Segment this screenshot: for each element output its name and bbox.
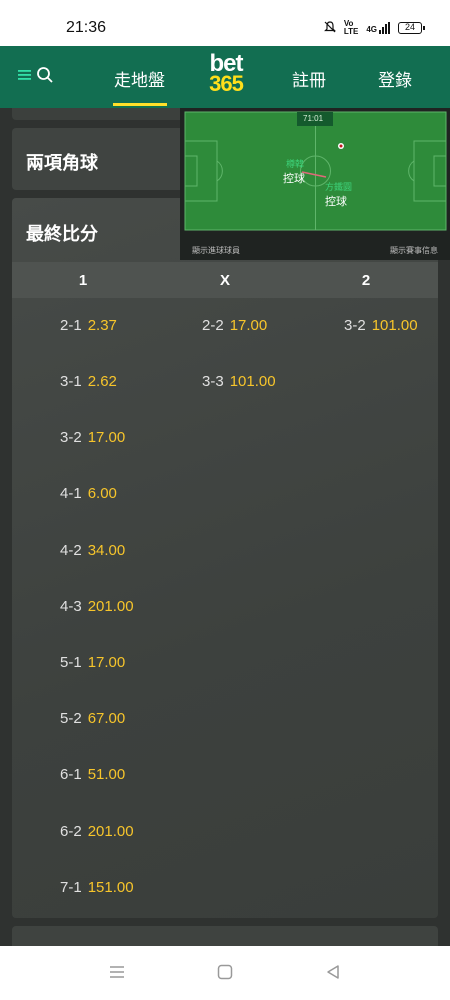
odds-price: 17.00 [229,317,268,334]
odds-score: 4-3 [60,598,82,615]
odds-price: 17.00 [87,429,126,446]
odds-score: 5-2 [60,710,82,727]
market-content: 兩項角球 最終比分 1 X 2 2-1 2.37 3-1 2.62 3-2 17.00… [0,108,450,946]
odds-price: 151.00 [87,879,134,896]
menu-icon[interactable] [18,68,32,87]
odds-price: 201.00 [87,823,134,840]
battery-level: 24 [404,22,415,32]
odds-cell-draw[interactable]: 3-3 101.00 [202,373,276,390]
pitch-graphic [184,111,447,231]
odds-score: 3-2 [60,429,82,446]
back-icon[interactable] [324,963,342,986]
next-market-card[interactable] [12,926,438,946]
live-match-tracker[interactable]: 71:01 樽韓 控球 方鐵圓 控球 顯示進球球員 顯示賽事信息 [180,108,450,260]
volte-icon: Vo LTE [343,19,359,36]
column-header-home: 1 [78,272,88,289]
odds-cell-away[interactable]: 3-2 101.00 [344,317,418,334]
team-b-name: 方鐵圓 [325,182,353,192]
odds-price: 17.00 [87,654,126,671]
odds-cell-home[interactable]: 4-3 201.00 [60,598,134,615]
status-bar: 21:36 Vo LTE 4G 24 [0,0,450,46]
team-a-status: 控球 [283,173,305,185]
odds-cell-home[interactable]: 2-1 2.37 [60,317,117,334]
odds-price: 34.00 [87,542,126,559]
nav-active-indicator [113,103,167,106]
status-icons: Vo LTE 4G 24 [323,19,425,36]
odds-cell-home[interactable]: 6-1 51.00 [60,766,125,783]
odds-cell-home[interactable]: 4-2 34.00 [60,542,125,559]
odds-score: 3-1 [60,373,82,390]
team-b-status: 控球 [325,196,347,208]
logo-365: 365 [209,71,244,96]
odds-score: 4-2 [60,542,82,559]
correct-score-market-card: 最終比分 1 X 2 2-1 2.37 3-1 2.62 3-2 17.00 4-1 6… [12,198,438,918]
team-a-name: 樽韓 [286,159,305,169]
battery-icon: 24 [398,22,425,34]
nav-login[interactable]: 登錄 [378,66,412,91]
show-match-info[interactable]: 顯示賽事信息 [390,245,438,256]
app-header: 走地盤 bet 365 註冊 登錄 [0,46,450,108]
odds-price: 101.00 [371,317,418,334]
odds-score: 7-1 [60,879,82,896]
odds-score: 5-1 [60,654,82,671]
odds-price: 2.37 [87,317,117,334]
odds-price: 2.62 [87,373,117,390]
column-header-away: 2 [361,272,371,289]
column-header-draw: X [219,272,230,289]
show-goal-scorers[interactable]: 顯示進球球員 [192,245,240,256]
odds-cell-home[interactable]: 5-1 17.00 [60,654,125,671]
signal-icon: 4G [366,22,390,34]
odds-cell-home[interactable]: 3-2 17.00 [60,429,125,446]
odds-cell-home[interactable]: 3-1 2.62 [60,373,117,390]
search-icon[interactable] [36,66,54,89]
odds-score: 3-2 [344,317,366,334]
mute-icon [323,20,336,36]
odds-price: 6.00 [87,485,117,502]
odds-score: 6-2 [60,823,82,840]
status-time: 21:36 [66,19,107,36]
odds-cell-home[interactable]: 7-1 151.00 [60,879,134,896]
match-clock: 71:01 [303,114,324,123]
odds-price: 67.00 [87,710,126,727]
odds-cell-home[interactable]: 4-1 6.00 [60,485,117,502]
odds-price: 101.00 [229,373,276,390]
odds-score: 2-2 [202,317,224,334]
recent-apps-icon[interactable] [108,963,126,986]
odds-score: 6-1 [60,766,82,783]
column-header-row: 1 X 2 [12,262,438,298]
odds-cell-draw[interactable]: 2-2 17.00 [202,317,267,334]
odds-score: 4-1 [60,485,82,502]
market-title: 兩項角球 [26,153,98,173]
bet365-logo[interactable]: bet 365 [201,52,251,96]
market-title[interactable]: 最終比分 [26,220,98,246]
network-type: 4G [366,25,377,34]
odds-score: 2-1 [60,317,82,334]
home-icon[interactable] [216,963,234,986]
odds-cell-home[interactable]: 5-2 67.00 [60,710,125,727]
nav-register[interactable]: 註冊 [292,66,326,91]
odds-price: 51.00 [87,766,126,783]
system-navigation-bar [0,946,450,1000]
nav-live-betting[interactable]: 走地盤 [114,66,165,91]
odds-cell-home[interactable]: 6-2 201.00 [60,823,134,840]
odds-price: 201.00 [87,598,134,615]
menu-search-group [18,66,54,89]
odds-score: 3-3 [202,373,224,390]
